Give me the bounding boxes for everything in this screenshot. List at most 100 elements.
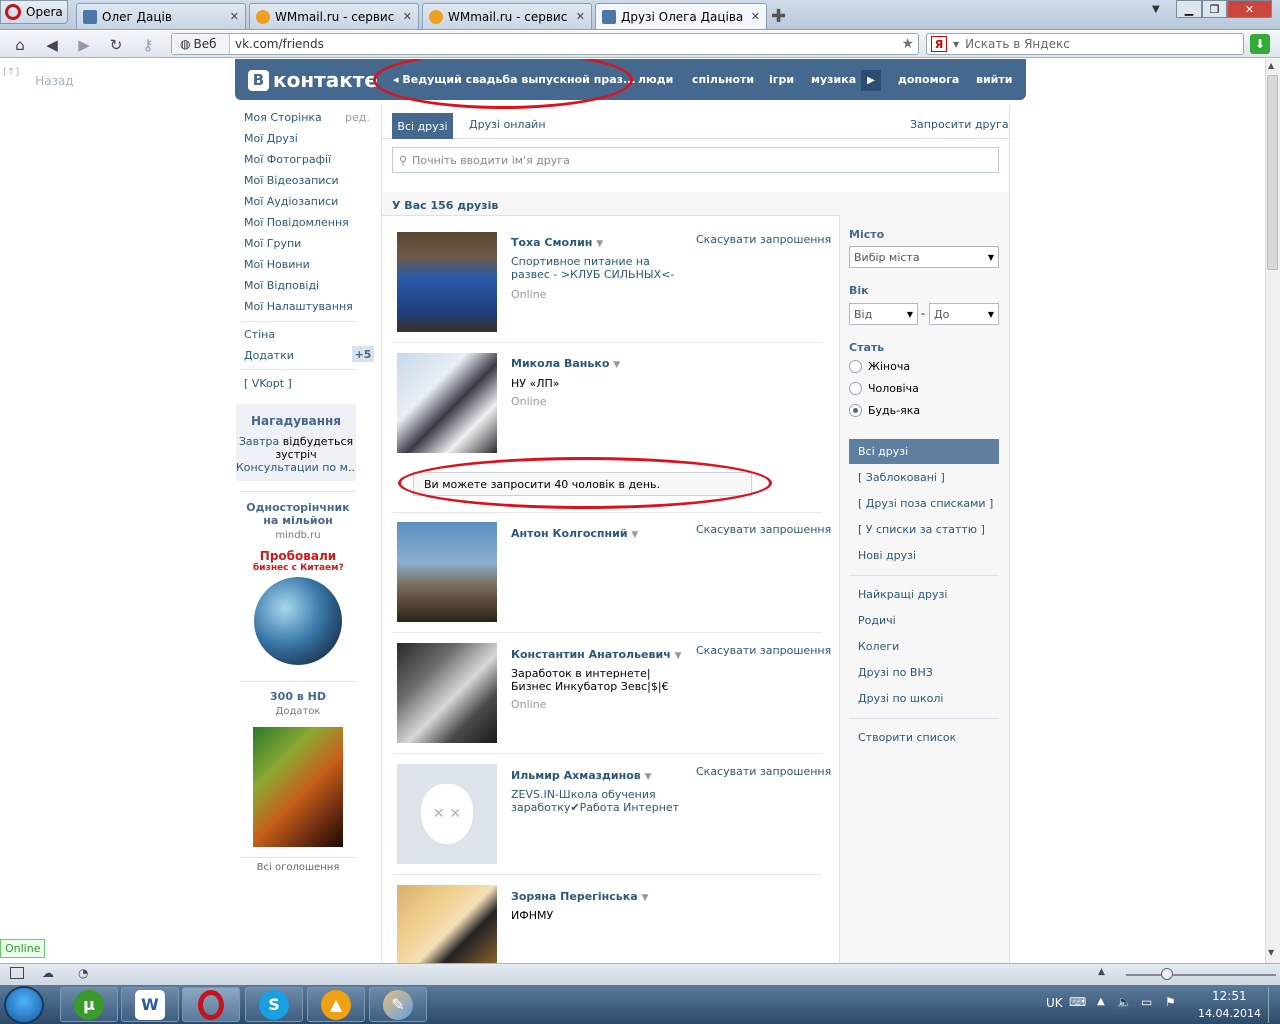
left-menu-friends[interactable]: Мої Друзі bbox=[244, 132, 298, 145]
taskbar-skype[interactable]: S bbox=[245, 987, 303, 1022]
sex-male-radio[interactable]: Чоловіча bbox=[849, 382, 919, 395]
chevron-right-icon[interactable]: ▶ bbox=[861, 70, 881, 91]
all-ads-link[interactable]: Всі оголошення bbox=[240, 862, 356, 873]
cloud-icon[interactable]: ☁ bbox=[42, 966, 54, 980]
menu-games[interactable]: ігри bbox=[769, 73, 794, 86]
volume-icon[interactable]: 🔈 bbox=[1117, 995, 1132, 1009]
friend-search-input[interactable]: ⚲ Почніть вводити ім'я друга bbox=[392, 147, 999, 173]
friend-photo[interactable] bbox=[397, 885, 497, 963]
friend-name[interactable]: Микола Ванько ▼ bbox=[511, 357, 620, 370]
reload-icon[interactable]: ↻ bbox=[106, 35, 126, 55]
taskbar-word[interactable]: W bbox=[121, 987, 179, 1022]
list-by-gender[interactable]: [ У списки за статтю ] bbox=[858, 523, 985, 536]
tab-oleg[interactable]: Олег Даців ✕ bbox=[76, 3, 246, 29]
search-engine-dropdown-icon[interactable]: ▼ bbox=[953, 40, 959, 49]
scroll-up-icon[interactable]: ▲ bbox=[1268, 61, 1274, 70]
menu-help[interactable]: допомога bbox=[898, 73, 959, 86]
key-icon[interactable]: ⚷ bbox=[138, 35, 158, 55]
friend-photo[interactable] bbox=[397, 232, 497, 332]
left-menu-groups[interactable]: Мої Групи bbox=[244, 237, 301, 250]
reminder-date-link[interactable]: Завтра bbox=[239, 435, 279, 448]
ad1-banner[interactable]: Пробовали бизнес с Китаем? bbox=[253, 549, 344, 671]
show-desktop-button[interactable] bbox=[1268, 987, 1280, 1023]
age-from-select[interactable]: Від ▼ bbox=[849, 303, 918, 325]
list-university[interactable]: Друзі по ВНЗ bbox=[858, 666, 933, 679]
default-avatar-icon[interactable]: ✕ ✕ bbox=[397, 764, 497, 864]
clock-date[interactable]: 14.04.2014 bbox=[1198, 1007, 1261, 1020]
friend-photo[interactable] bbox=[397, 353, 497, 453]
network-icon[interactable]: ▭ bbox=[1141, 995, 1152, 1009]
left-menu-news[interactable]: Мої Новини bbox=[244, 258, 310, 271]
close-tab-icon[interactable]: ✕ bbox=[576, 10, 585, 23]
left-menu-settings[interactable]: Мої Налаштування bbox=[244, 300, 353, 313]
ad1-title[interactable]: Односторінчник на мільйон bbox=[240, 501, 356, 527]
city-select[interactable]: Вибір міста ▼ bbox=[849, 246, 999, 268]
friend-name[interactable]: Ильмир Ахмaздинов ▼ bbox=[511, 769, 652, 782]
tab-list-icon[interactable]: ▼ bbox=[1152, 4, 1160, 15]
taskbar-utorrent[interactable]: µ bbox=[60, 987, 118, 1022]
left-menu-photos[interactable]: Мої Фотографії bbox=[244, 153, 331, 166]
download-icon[interactable]: ⬇ bbox=[1250, 34, 1270, 54]
left-menu-wall[interactable]: Стіна bbox=[244, 328, 275, 341]
friend-name[interactable]: Константин Анатольевич ▼ bbox=[511, 648, 682, 661]
speed-dial-icon[interactable]: ◔ bbox=[78, 966, 88, 980]
age-to-select[interactable]: До ▼ bbox=[929, 303, 999, 325]
url-text[interactable]: vk.com/friends bbox=[230, 37, 901, 51]
list-relatives[interactable]: Родичі bbox=[858, 614, 896, 627]
restore-icon[interactable]: ❐ bbox=[1202, 0, 1227, 18]
tab-friends[interactable]: Друзі Олега Даціва | 1... ✕ bbox=[595, 3, 767, 29]
left-menu-messages[interactable]: Мої Повідомлення bbox=[244, 216, 349, 229]
keyboard-icon[interactable]: ⌨ bbox=[1069, 995, 1086, 1009]
language-indicator[interactable]: UK bbox=[1046, 996, 1063, 1010]
list-school[interactable]: Друзі по школі bbox=[858, 692, 943, 705]
create-list-link[interactable]: Створити список bbox=[858, 731, 956, 744]
forward-arrow-icon[interactable]: ▶ bbox=[74, 35, 94, 55]
new-tab-icon[interactable]: ✚ bbox=[771, 6, 786, 27]
list-new-friends[interactable]: Нові друзі bbox=[858, 549, 916, 562]
show-hidden-icons-icon[interactable]: ▲ bbox=[1097, 996, 1105, 1007]
left-menu-videos[interactable]: Мої Відеозаписи bbox=[244, 174, 339, 187]
reminder-event-link[interactable]: Консультации по м... bbox=[236, 461, 356, 474]
tab-wmmail-2[interactable]: WMmail.ru - сервис п... ✕ bbox=[422, 3, 592, 29]
ad2-title[interactable]: 300 в HD bbox=[240, 690, 356, 703]
bookmark-star-icon[interactable]: ★ bbox=[901, 36, 918, 52]
zoom-slider-handle[interactable] bbox=[1161, 968, 1173, 980]
back-arrow-icon[interactable]: ◀ bbox=[42, 35, 62, 55]
close-tab-icon[interactable]: ✕ bbox=[230, 10, 239, 23]
list-best-friends[interactable]: Найкращі друзі bbox=[858, 588, 947, 601]
list-blocked[interactable]: [ Заблоковані ] bbox=[858, 471, 945, 484]
menu-people[interactable]: люди bbox=[638, 73, 673, 86]
opera-menu-button[interactable]: Opera bbox=[0, 0, 68, 24]
left-menu-audio[interactable]: Мої Аудіозаписи bbox=[244, 195, 338, 208]
address-bar[interactable]: ◍ Веб vk.com/friends ★ bbox=[171, 33, 919, 55]
search-field[interactable]: Я ▼ Искать в Яндекс bbox=[926, 33, 1244, 55]
cancel-request-link[interactable]: Скасувати запрошення bbox=[696, 644, 831, 657]
vkopt-link[interactable]: [ VKopt ] bbox=[244, 377, 292, 390]
zoom-slider[interactable] bbox=[1126, 974, 1276, 976]
list-all-friends[interactable]: Всі друзі bbox=[849, 439, 999, 464]
vk-logo[interactable]: В контакте bbox=[248, 68, 378, 92]
sex-female-radio[interactable]: Жіноча bbox=[849, 360, 910, 373]
close-tab-icon[interactable]: ✕ bbox=[403, 10, 412, 23]
tab-all-friends[interactable]: Всі друзі bbox=[392, 113, 453, 139]
left-menu-answers[interactable]: Мої Відповіді bbox=[244, 279, 319, 292]
friend-name[interactable]: Антон Колгоспний ▼ bbox=[511, 527, 638, 540]
friend-photo[interactable] bbox=[397, 522, 497, 622]
windows-start-button[interactable] bbox=[4, 986, 44, 1024]
sex-any-radio[interactable]: Будь-яка bbox=[849, 404, 920, 417]
cancel-request-link[interactable]: Скасувати запрошення bbox=[696, 233, 831, 246]
web-badge[interactable]: ◍ Веб bbox=[172, 34, 230, 54]
scroll-down-icon[interactable]: ▼ bbox=[1268, 948, 1274, 957]
left-menu-apps[interactable]: Додатки bbox=[244, 349, 294, 362]
scrollbar-thumb[interactable] bbox=[1267, 75, 1278, 270]
menu-music[interactable]: музика bbox=[811, 73, 856, 86]
menu-logout[interactable]: вийти bbox=[976, 73, 1012, 86]
back-link[interactable]: [↑] Назад bbox=[3, 67, 74, 88]
friend-name[interactable]: Зоряна Перегінська ▼ bbox=[511, 890, 648, 903]
left-menu-my-page[interactable]: Моя Сторінка bbox=[244, 111, 322, 124]
list-colleagues[interactable]: Колеги bbox=[858, 640, 899, 653]
taskbar-aimp[interactable]: ▲ bbox=[307, 987, 365, 1022]
close-tab-icon[interactable]: ✕ bbox=[751, 10, 760, 23]
home-icon[interactable]: ⌂ bbox=[10, 35, 30, 55]
taskbar-opera[interactable] bbox=[182, 987, 240, 1022]
